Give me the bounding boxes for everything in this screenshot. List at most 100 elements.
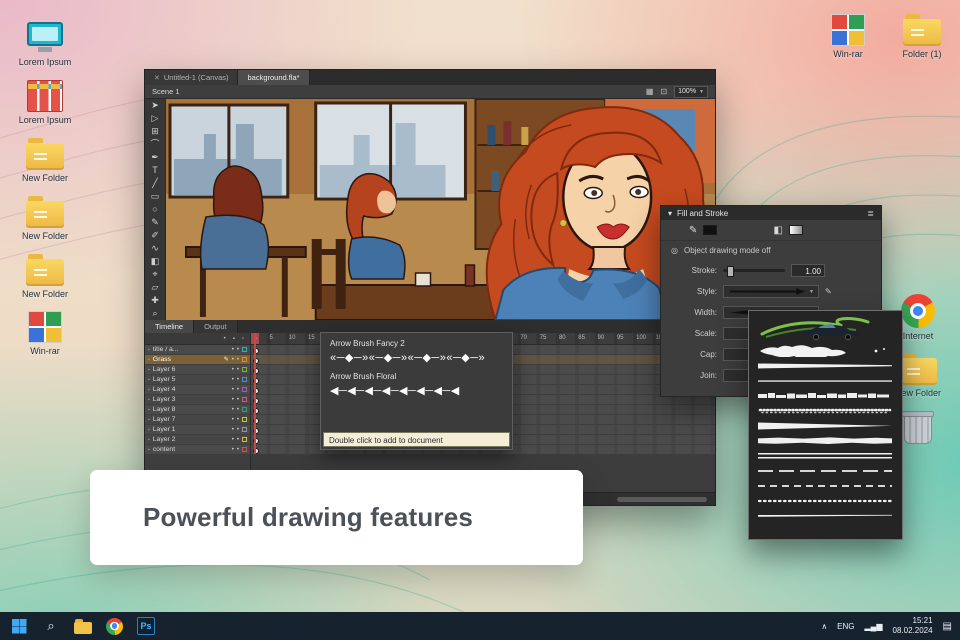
- search-button[interactable]: ⌕: [42, 617, 60, 635]
- edit-symbols-icon[interactable]: ▦: [646, 87, 654, 96]
- center-stage-icon[interactable]: ⊡: [660, 87, 667, 96]
- toggle-visibility-icon[interactable]: •: [224, 336, 226, 342]
- paint-bucket-tool[interactable]: ◧: [145, 255, 165, 268]
- scene-label[interactable]: Scene 1: [152, 87, 180, 96]
- layer-outline-color[interactable]: [242, 447, 247, 452]
- brush-stroke-sample-dash[interactable]: [756, 480, 895, 492]
- free-transform-tool[interactable]: ⊞: [145, 125, 165, 138]
- brush-preset-preview[interactable]: ◀─◀─◀─◀─◀─◀─◀─◀: [330, 384, 503, 397]
- layer-row-1[interactable]: ▪ Grass ✎ • •: [145, 355, 250, 365]
- pen-tool[interactable]: ✒: [145, 151, 165, 164]
- timeline-scrollbar[interactable]: [617, 497, 707, 502]
- layer-lock-dot[interactable]: •: [237, 377, 239, 383]
- chrome-button[interactable]: [106, 617, 123, 635]
- file-explorer-button[interactable]: [74, 619, 92, 634]
- layer-row-7[interactable]: ▪ Layer 7 • •: [145, 415, 250, 425]
- style-dropdown[interactable]: ▼: [723, 285, 819, 298]
- brush-stroke-sample-long-dash[interactable]: [756, 465, 895, 477]
- brush-preset-name[interactable]: Arrow Brush Fancy 2: [330, 339, 503, 348]
- layer-visibility-dot[interactable]: •: [232, 347, 234, 353]
- zoom-select[interactable]: 100% ▼: [674, 85, 708, 98]
- layer-visibility-dot[interactable]: •: [232, 447, 234, 453]
- layer-outline-color[interactable]: [242, 427, 247, 432]
- layer-outline-color[interactable]: [242, 417, 247, 422]
- desktop-icon-win-rar[interactable]: Win-rar: [816, 14, 880, 60]
- layer-outline-color[interactable]: [242, 377, 247, 382]
- layer-lock-dot[interactable]: •: [237, 397, 239, 403]
- photoshop-button[interactable]: Ps: [137, 617, 155, 635]
- desktop-icon-new-folder[interactable]: New Folder: [13, 137, 77, 184]
- layer-row-6[interactable]: ▪ Layer 8 • •: [145, 405, 250, 415]
- layer-row-8[interactable]: ▪ Layer 1 • •: [145, 425, 250, 435]
- layer-row-4[interactable]: ▪ Layer 4 • •: [145, 385, 250, 395]
- layer-outline-color[interactable]: [242, 387, 247, 392]
- pencil-tool[interactable]: ✎: [145, 216, 165, 229]
- layer-visibility-dot[interactable]: •: [232, 387, 234, 393]
- brush-stroke-sample-tapered[interactable]: [756, 360, 895, 372]
- network-signal-icon[interactable]: ▂▄▆: [865, 622, 883, 631]
- slider-knob[interactable]: [727, 266, 734, 277]
- eraser-tool[interactable]: ▱: [145, 281, 165, 294]
- fill-color-bucket-icon[interactable]: ◧: [773, 225, 782, 236]
- tray-chevron-up-icon[interactable]: ∧: [821, 622, 827, 631]
- brush-tool[interactable]: ✐: [145, 229, 165, 242]
- rectangle-tool[interactable]: ▭: [145, 190, 165, 203]
- object-drawing-mode-row[interactable]: ◎ Object drawing mode off: [661, 241, 881, 260]
- notification-center-icon[interactable]: ▤: [943, 621, 952, 632]
- brush-stroke-sample-double-line[interactable]: [756, 450, 895, 462]
- layer-visibility-dot[interactable]: •: [232, 397, 234, 403]
- brush-art-preview[interactable]: [756, 316, 895, 342]
- layer-outline-color[interactable]: [242, 347, 247, 352]
- stage[interactable]: [166, 99, 715, 320]
- layer-lock-dot[interactable]: •: [237, 367, 239, 373]
- desktop-icon-new-folder[interactable]: New Folder: [13, 253, 77, 300]
- layer-lock-dot[interactable]: •: [237, 347, 239, 353]
- panel-header[interactable]: ▾ Fill and Stroke ≣: [661, 206, 881, 220]
- desktop-icon-lorem-ipsum[interactable]: Lorem Ipsum: [13, 20, 77, 68]
- layer-row-2[interactable]: ▪ Layer 6 • •: [145, 365, 250, 375]
- brush-stroke-sample-spray[interactable]: [756, 405, 895, 417]
- layer-row-5[interactable]: ▪ Layer 3 • •: [145, 395, 250, 405]
- selection-tool[interactable]: ➤: [145, 99, 165, 112]
- brush-preset-name[interactable]: Arrow Brush Floral: [330, 372, 503, 381]
- layer-outline-color[interactable]: [242, 407, 247, 412]
- layer-outline-color[interactable]: [242, 357, 247, 362]
- toggle-outline-icon[interactable]: ▫: [242, 336, 244, 342]
- desktop-icon-lorem-ipsum[interactable]: Lorem Ipsum: [13, 79, 77, 126]
- layer-visibility-dot[interactable]: •: [232, 427, 234, 433]
- subselection-tool[interactable]: ▷: [145, 112, 165, 125]
- line-tool[interactable]: ╱: [145, 177, 165, 190]
- brush-stroke-sample-thin[interactable]: [756, 375, 895, 387]
- layer-lock-dot[interactable]: •: [237, 437, 239, 443]
- brush-stroke-sample-splatter[interactable]: [756, 345, 895, 357]
- stroke-color-pencil-icon[interactable]: ✎: [689, 225, 697, 236]
- desktop-icon-folder-1-[interactable]: Folder (1): [890, 14, 954, 60]
- layer-lock-dot[interactable]: •: [237, 417, 239, 423]
- layer-row-9[interactable]: ▪ Layer 2 • •: [145, 435, 250, 445]
- tab-close-icon[interactable]: ✕: [154, 74, 160, 82]
- layer-row-10[interactable]: ▪ content • •: [145, 445, 250, 455]
- toggle-lock-icon[interactable]: ▪: [233, 336, 235, 342]
- brush-stroke-sample-wedge[interactable]: [756, 420, 895, 432]
- bone-tool[interactable]: ∿: [145, 242, 165, 255]
- language-indicator[interactable]: ENG: [837, 622, 854, 631]
- layer-lock-dot[interactable]: •: [237, 357, 239, 363]
- layer-visibility-dot[interactable]: •: [232, 367, 234, 373]
- layer-visibility-dot[interactable]: •: [232, 437, 234, 443]
- oval-tool[interactable]: ○: [145, 203, 165, 216]
- layer-row-0[interactable]: ▪ title / a... • •: [145, 345, 250, 355]
- brush-stroke-sample-chalk[interactable]: [756, 390, 895, 402]
- document-tab-background[interactable]: background.fla*: [238, 70, 310, 85]
- brush-stroke-sample-thin-taper[interactable]: [756, 510, 895, 522]
- layer-outline-color[interactable]: [242, 397, 247, 402]
- layer-lock-dot[interactable]: •: [237, 447, 239, 453]
- edit-style-pencil-icon[interactable]: ✎: [825, 287, 832, 296]
- tab-output[interactable]: Output: [194, 320, 238, 333]
- desktop-icon-new-folder[interactable]: New Folder: [13, 195, 77, 242]
- brush-preset-preview[interactable]: «─◆─»«─◆─»«─◆─»«─◆─»: [330, 351, 503, 364]
- panel-menu-icon[interactable]: ≣: [867, 209, 874, 218]
- layer-visibility-dot[interactable]: •: [232, 357, 234, 363]
- layer-lock-dot[interactable]: •: [237, 407, 239, 413]
- collapse-triangle-icon[interactable]: ▾: [668, 209, 672, 218]
- eyedropper-tool[interactable]: ⌖: [145, 268, 165, 281]
